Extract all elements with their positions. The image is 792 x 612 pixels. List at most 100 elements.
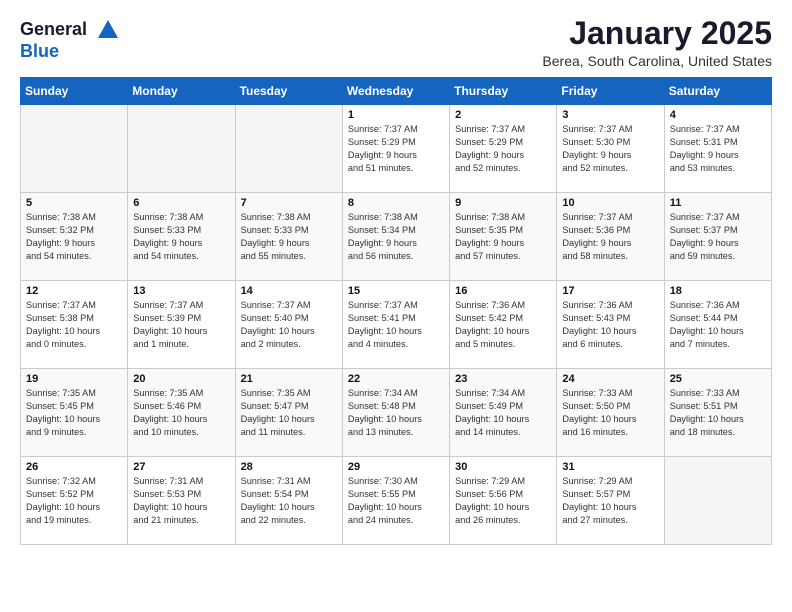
calendar-cell: 17 Sunrise: 7:36 AMSunset: 5:43 PMDayligh…: [557, 281, 664, 369]
day-info: Sunrise: 7:31 AMSunset: 5:54 PMDaylight:…: [241, 475, 337, 527]
calendar-week-row: 1 Sunrise: 7:37 AMSunset: 5:29 PMDaylight…: [21, 105, 772, 193]
calendar-cell: 7Sunrise: 7:38 AMSunset: 5:33 PMDaylight…: [235, 193, 342, 281]
day-info: Sunrise: 7:35 AMSunset: 5:45 PMDaylight:…: [26, 387, 122, 439]
location: Berea, South Carolina, United States: [542, 53, 772, 69]
day-number: 31: [562, 461, 658, 473]
header-tuesday: Tuesday: [235, 78, 342, 105]
day-number: 3: [562, 109, 658, 121]
calendar-cell: 18 Sunrise: 7:36 AMSunset: 5:44 PMDayligh…: [664, 281, 771, 369]
calendar-cell: 20 Sunrise: 7:35 AMSunset: 5:46 PMDayligh…: [128, 369, 235, 457]
day-number: 29: [348, 461, 444, 473]
day-info: Sunrise: 7:36 AMSunset: 5:42 PMDaylight:…: [455, 299, 551, 351]
calendar-cell: 31 Sunrise: 7:29 AMSunset: 5:57 PMDayligh…: [557, 457, 664, 545]
header-thursday: Thursday: [450, 78, 557, 105]
calendar-cell: 10 Sunrise: 7:37 AMSunset: 5:36 PMDayligh…: [557, 193, 664, 281]
calendar-cell: 14 Sunrise: 7:37 AMSunset: 5:40 PMDayligh…: [235, 281, 342, 369]
header-monday: Monday: [128, 78, 235, 105]
month-title: January 2025: [542, 16, 772, 51]
calendar-cell: [128, 105, 235, 193]
logo-blue: Blue: [20, 42, 122, 62]
day-info: Sunrise: 7:36 AMSunset: 5:43 PMDaylight:…: [562, 299, 658, 351]
logo-icon: [94, 16, 122, 44]
day-number: 9: [455, 197, 551, 209]
day-info: Sunrise: 7:30 AMSunset: 5:55 PMDaylight:…: [348, 475, 444, 527]
day-number: 22: [348, 373, 444, 385]
day-number: 19: [26, 373, 122, 385]
calendar-cell: 11Sunrise: 7:37 AMSunset: 5:37 PMDayligh…: [664, 193, 771, 281]
day-number: 17: [562, 285, 658, 297]
calendar-cell: 24 Sunrise: 7:33 AMSunset: 5:50 PMDayligh…: [557, 369, 664, 457]
calendar-cell: 23 Sunrise: 7:34 AMSunset: 5:49 PMDayligh…: [450, 369, 557, 457]
calendar-cell: 27 Sunrise: 7:31 AMSunset: 5:53 PMDayligh…: [128, 457, 235, 545]
day-info: Sunrise: 7:37 AMSunset: 5:36 PMDaylight:…: [562, 211, 658, 263]
day-number: 28: [241, 461, 337, 473]
calendar-cell: 16 Sunrise: 7:36 AMSunset: 5:42 PMDayligh…: [450, 281, 557, 369]
calendar-week-row: 5 Sunrise: 7:38 AMSunset: 5:32 PMDaylight…: [21, 193, 772, 281]
day-info: Sunrise: 7:29 AMSunset: 5:57 PMDaylight:…: [562, 475, 658, 527]
day-number: 27: [133, 461, 229, 473]
day-info: Sunrise: 7:29 AMSunset: 5:56 PMDaylight:…: [455, 475, 551, 527]
day-number: 25: [670, 373, 766, 385]
day-info: Sunrise: 7:36 AMSunset: 5:44 PMDaylight:…: [670, 299, 766, 351]
day-number: 1: [348, 109, 444, 121]
day-number: 12: [26, 285, 122, 297]
calendar-cell: 19 Sunrise: 7:35 AMSunset: 5:45 PMDayligh…: [21, 369, 128, 457]
day-number: 24: [562, 373, 658, 385]
weekday-header-row: Sunday Monday Tuesday Wednesday Thursday…: [21, 78, 772, 105]
calendar-cell: 1Sunrise: 7:37 AMSunset: 5:29 PMDaylight…: [342, 105, 449, 193]
calendar-cell: 28 Sunrise: 7:31 AMSunset: 5:54 PMDayligh…: [235, 457, 342, 545]
day-info: Sunrise: 7:33 AMSunset: 5:50 PMDaylight:…: [562, 387, 658, 439]
header-friday: Friday: [557, 78, 664, 105]
day-info: Sunrise: 7:37 AMSunset: 5:29 PMDaylight:…: [455, 123, 551, 175]
day-number: 20: [133, 373, 229, 385]
day-number: 15: [348, 285, 444, 297]
day-number: 10: [562, 197, 658, 209]
day-info: Sunrise: 7:35 AMSunset: 5:46 PMDaylight:…: [133, 387, 229, 439]
day-info: Sunrise: 7:34 AMSunset: 5:49 PMDaylight:…: [455, 387, 551, 439]
day-info: Sunrise: 7:37 AMSunset: 5:31 PMDaylight:…: [670, 123, 766, 175]
day-info: Sunrise: 7:38 AMSunset: 5:33 PMDaylight:…: [133, 211, 229, 263]
day-number: 5: [26, 197, 122, 209]
calendar-cell: [664, 457, 771, 545]
day-number: 23: [455, 373, 551, 385]
day-info: Sunrise: 7:37 AMSunset: 5:39 PMDaylight:…: [133, 299, 229, 351]
calendar-cell: 12 Sunrise: 7:37 AMSunset: 5:38 PMDayligh…: [21, 281, 128, 369]
calendar-cell: 8 Sunrise: 7:38 AMSunset: 5:34 PMDaylight…: [342, 193, 449, 281]
day-info: Sunrise: 7:38 AMSunset: 5:34 PMDaylight:…: [348, 211, 444, 263]
logo: General Blue: [20, 16, 122, 62]
day-number: 11: [670, 197, 766, 209]
logo-general: General: [20, 19, 87, 39]
day-info: Sunrise: 7:33 AMSunset: 5:51 PMDaylight:…: [670, 387, 766, 439]
day-info: Sunrise: 7:38 AMSunset: 5:32 PMDaylight:…: [26, 211, 122, 263]
day-number: 6: [133, 197, 229, 209]
day-number: 18: [670, 285, 766, 297]
calendar-cell: 3Sunrise: 7:37 AMSunset: 5:30 PMDaylight…: [557, 105, 664, 193]
day-number: 7: [241, 197, 337, 209]
calendar-cell: 22Sunrise: 7:34 AMSunset: 5:48 PMDayligh…: [342, 369, 449, 457]
header-sunday: Sunday: [21, 78, 128, 105]
calendar-week-row: 12 Sunrise: 7:37 AMSunset: 5:38 PMDayligh…: [21, 281, 772, 369]
calendar-cell: 9 Sunrise: 7:38 AMSunset: 5:35 PMDaylight…: [450, 193, 557, 281]
day-info: Sunrise: 7:37 AMSunset: 5:38 PMDaylight:…: [26, 299, 122, 351]
calendar-cell: 25 Sunrise: 7:33 AMSunset: 5:51 PMDayligh…: [664, 369, 771, 457]
calendar-cell: 15Sunrise: 7:37 AMSunset: 5:41 PMDayligh…: [342, 281, 449, 369]
day-number: 8: [348, 197, 444, 209]
calendar-cell: 21Sunrise: 7:35 AMSunset: 5:47 PMDayligh…: [235, 369, 342, 457]
header-wednesday: Wednesday: [342, 78, 449, 105]
day-number: 16: [455, 285, 551, 297]
title-area: January 2025 Berea, South Carolina, Unit…: [542, 16, 772, 69]
day-number: 2: [455, 109, 551, 121]
day-info: Sunrise: 7:38 AMSunset: 5:35 PMDaylight:…: [455, 211, 551, 263]
calendar-week-row: 26Sunrise: 7:32 AMSunset: 5:52 PMDayligh…: [21, 457, 772, 545]
calendar-cell: 2 Sunrise: 7:37 AMSunset: 5:29 PMDaylight…: [450, 105, 557, 193]
calendar-cell: [21, 105, 128, 193]
calendar-cell: [235, 105, 342, 193]
calendar-cell: 6 Sunrise: 7:38 AMSunset: 5:33 PMDaylight…: [128, 193, 235, 281]
day-info: Sunrise: 7:31 AMSunset: 5:53 PMDaylight:…: [133, 475, 229, 527]
day-info: Sunrise: 7:37 AMSunset: 5:40 PMDaylight:…: [241, 299, 337, 351]
day-number: 21: [241, 373, 337, 385]
day-number: 14: [241, 285, 337, 297]
day-number: 26: [26, 461, 122, 473]
calendar-cell: 5 Sunrise: 7:38 AMSunset: 5:32 PMDaylight…: [21, 193, 128, 281]
page-container: General Blue January 2025 Berea, South C…: [0, 0, 792, 555]
